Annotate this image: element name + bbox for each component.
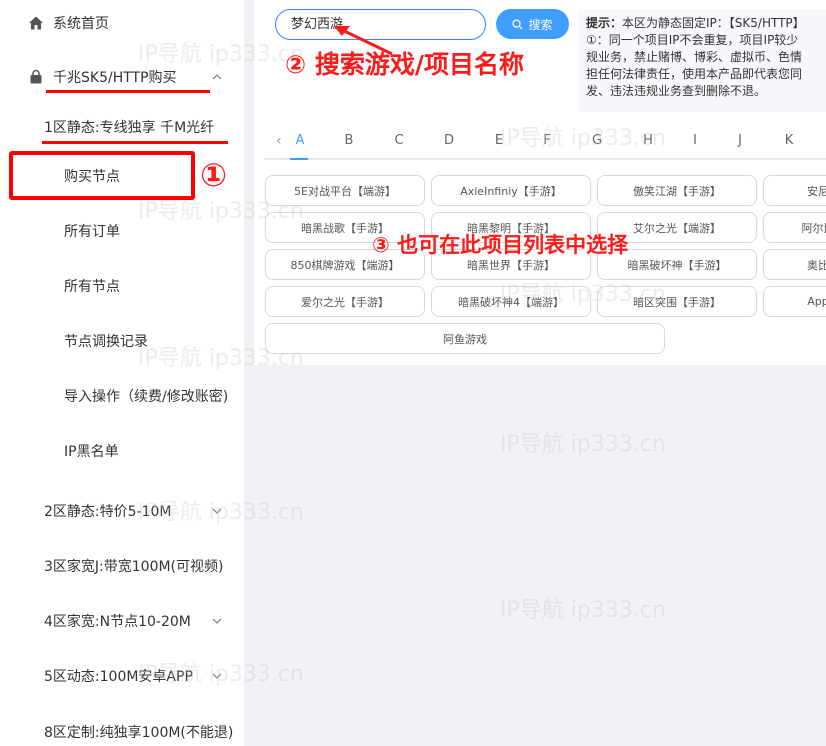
chevron-up-icon	[212, 74, 222, 80]
sidebar-subitem-label: 导入操作（续费/修改账密)	[64, 389, 229, 405]
tab-letter-c[interactable]: C	[389, 133, 409, 148]
watermark: IP导航 ip333.cn	[500, 598, 666, 623]
game-item[interactable]: AxieInfiniy【手游】	[431, 175, 591, 206]
tab-letter-a[interactable]: A	[290, 133, 310, 148]
tab-letter-b[interactable]: B	[339, 133, 359, 148]
sidebar-subitem-all-nodes[interactable]: 所有节点	[0, 266, 244, 306]
sidebar-item-zone-label: 8区定制:纯独享100M(不能退)	[44, 725, 234, 741]
sidebar: 系统首页 千兆SK5/HTTP购买 1区静态:专线独享 千M光纤 购买节点 所有…	[0, 0, 244, 746]
shopping-bag-icon	[30, 69, 42, 84]
tip-line: 发、违法违规业务查到删除不退。	[586, 84, 767, 98]
annotation-underline-zone1	[42, 141, 228, 144]
sidebar-item-home-label: 系统首页	[53, 16, 109, 32]
game-item[interactable]: 奥比	[763, 249, 826, 280]
annotation-step2: ② 搜索游戏/项目名称	[285, 50, 525, 79]
tip-line: 提示：本区为静态固定IP：【SK5/HTTP】	[586, 15, 826, 32]
sidebar-item-zone-label: 4区家宽:N节点10-20M	[44, 614, 191, 630]
sidebar-item-buy-label: 千兆SK5/HTTP购买	[53, 70, 177, 86]
sidebar-item-zone3[interactable]: 3区家宽J:带宽100M(可视频)	[0, 546, 244, 586]
tab-letter-i[interactable]: I	[685, 133, 705, 148]
tip-title: 提示：	[586, 16, 623, 30]
watermark: IP导航 ip333.cn	[138, 662, 304, 687]
watermark: IP导航 ip333.cn	[500, 282, 666, 307]
tip-box: 提示：本区为静态固定IP：【SK5/HTTP】 ①：同一个项目IP不会重复，项目…	[578, 9, 826, 112]
watermark: IP导航 ip333.cn	[500, 126, 666, 151]
active-tab-indicator	[290, 158, 308, 160]
search-button[interactable]: 搜索	[496, 9, 569, 39]
sidebar-subitem-label: IP黑名单	[64, 444, 119, 460]
tab-letter-d[interactable]: D	[439, 133, 459, 148]
sidebar-item-zone4[interactable]: 4区家宽:N节点10-20M	[0, 601, 244, 641]
tip-line: 规业务，禁止赌博、博彩、虚拟币、色情	[586, 50, 803, 64]
annotation-box-buy-node	[9, 151, 195, 200]
watermark: IP导航 ip333.cn	[138, 346, 304, 371]
tab-letter-j[interactable]: J	[730, 133, 750, 148]
game-item[interactable]: App	[763, 286, 826, 317]
watermark: IP导航 ip333.cn	[500, 432, 666, 457]
annotation-step1: ①	[200, 156, 228, 194]
sidebar-subitem-label: 节点调换记录	[64, 334, 148, 350]
sidebar-item-zone1-label: 1区静态:专线独享 千M光纤	[44, 120, 215, 136]
main-content: 梦幻西游 搜索 提示：本区为静态固定IP：【SK5/HTTP】 ①：同一个项目I…	[244, 0, 826, 746]
sidebar-subitem-ip-blacklist[interactable]: IP黑名单	[0, 431, 244, 471]
annotation-step3: ③ 也可在此项目列表中选择	[372, 233, 629, 257]
tip-line: 担任何法律责任，使用本产品即代表您同	[586, 67, 803, 81]
game-item[interactable]: 阿尔比	[763, 212, 826, 243]
game-item[interactable]: 安尼	[763, 175, 826, 206]
sidebar-subitem-label: 所有节点	[64, 279, 120, 295]
sidebar-subitem-label: 所有订单	[64, 224, 120, 240]
search-icon	[512, 18, 524, 30]
tab-letter-k[interactable]: K	[779, 133, 799, 148]
sidebar-subitem-import[interactable]: 导入操作（续费/修改账密)	[0, 376, 244, 416]
chevron-down-icon	[212, 618, 222, 624]
game-item[interactable]: 阿鱼游戏	[265, 323, 665, 354]
home-icon	[29, 16, 43, 30]
game-item[interactable]: 爱尔之光【手游】	[265, 286, 425, 317]
annotation-underline-buy	[46, 90, 210, 93]
app-root: 系统首页 千兆SK5/HTTP购买 1区静态:专线独享 千M光纤 购买节点 所有…	[0, 0, 826, 746]
chevron-left-icon[interactable]: ‹	[276, 133, 282, 149]
tip-line: ①：同一个项目IP不会重复，项目IP较少	[586, 33, 799, 47]
sidebar-item-zone8[interactable]: 8区定制:纯独享100M(不能退)	[0, 712, 244, 746]
tip-text: 本区为静态固定IP：【SK5/HTTP】	[622, 16, 805, 30]
game-item[interactable]: 傲笑江湖【手游】	[597, 175, 757, 206]
sidebar-item-zone-label: 3区家宽J:带宽100M(可视频)	[44, 559, 224, 575]
search-button-label: 搜索	[528, 17, 553, 32]
watermark: IP导航 ip333.cn	[138, 500, 304, 525]
watermark: IP导航 ip333.cn	[138, 42, 304, 67]
